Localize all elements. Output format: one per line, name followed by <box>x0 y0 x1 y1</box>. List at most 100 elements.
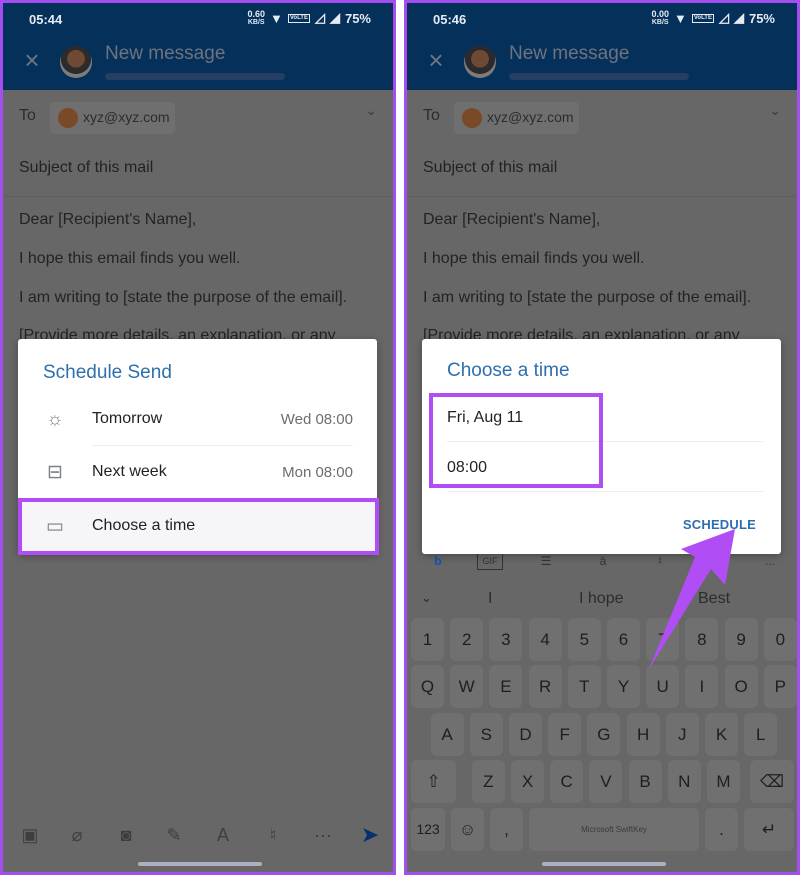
status-time: 05:46 <box>433 12 467 27</box>
subject-field[interactable]: Subject of this mail <box>423 159 557 177</box>
shift-key[interactable]: ⇧ <box>411 760 456 803</box>
attach-icon[interactable]: ⌀ <box>64 822 90 848</box>
dialog-title: Schedule Send <box>43 362 172 383</box>
option-value: Wed 08:00 <box>280 411 353 428</box>
key-u[interactable]: U <box>646 665 680 708</box>
key-y[interactable]: Y <box>607 665 640 708</box>
home-indicator[interactable] <box>138 862 262 866</box>
option-value: Mon 08:00 <box>282 464 353 481</box>
suggestion[interactable]: Best <box>698 590 730 608</box>
option-next-week[interactable]: ⊟ Next week Mon 08:00 <box>18 447 377 499</box>
key-l[interactable]: L <box>744 713 778 756</box>
key-x[interactable]: X <box>511 760 544 803</box>
key-z[interactable]: Z <box>471 760 505 803</box>
draw-icon[interactable]: ✎ <box>161 822 187 848</box>
wifi-icon: ▼ <box>269 10 283 26</box>
enter-key[interactable]: ↵ <box>744 808 794 851</box>
key-j[interactable]: J <box>665 713 699 756</box>
key-k[interactable]: K <box>705 713 738 756</box>
numbers-key[interactable]: 123 <box>411 808 445 851</box>
option-tomorrow[interactable]: ☼ Tomorrow Wed 08:00 <box>18 394 377 446</box>
key-h[interactable]: H <box>626 713 660 756</box>
body-line[interactable]: Dear [Recipient's Name], <box>19 211 196 229</box>
key-5[interactable]: 5 <box>567 618 601 661</box>
key-w[interactable]: W <box>450 665 484 708</box>
home-indicator[interactable] <box>542 862 666 866</box>
subject-field[interactable]: Subject of this mail <box>19 159 153 177</box>
key-d[interactable]: D <box>509 713 542 756</box>
key-s[interactable]: S <box>469 713 503 756</box>
recipient-chip[interactable]: xyz@xyz.com <box>50 102 175 134</box>
key-g[interactable]: G <box>587 713 621 756</box>
key-t[interactable]: T <box>567 665 601 708</box>
to-field[interactable]: To xyz@xyz.com ⌄ <box>407 90 797 142</box>
chevron-down-icon[interactable]: ⌄ <box>769 102 781 119</box>
key-1[interactable]: 1 <box>411 618 444 661</box>
gif-button[interactable]: GIF <box>477 552 503 570</box>
collapse-icon[interactable]: ⌄ <box>421 590 432 606</box>
key-i[interactable]: I <box>685 665 719 708</box>
key-a[interactable]: A <box>430 713 464 756</box>
key-4[interactable]: 4 <box>528 618 562 661</box>
to-field[interactable]: To xyz@xyz.com ⌄ <box>3 90 393 142</box>
highlight-box <box>18 498 379 555</box>
key-c[interactable]: C <box>550 760 584 803</box>
backspace-key[interactable]: ⌫ <box>750 760 794 803</box>
close-icon[interactable]: × <box>21 47 43 73</box>
compose-header: × New message <box>3 33 393 90</box>
compose-title: New message <box>509 43 630 64</box>
format-icon[interactable]: A <box>210 822 236 848</box>
key-m[interactable]: M <box>707 760 740 803</box>
body-line[interactable]: I am writing to [state the purpose of th… <box>19 289 347 307</box>
option-label: Tomorrow <box>92 410 163 427</box>
calendar-add-icon[interactable]: ▣ <box>17 822 43 848</box>
key-b[interactable]: B <box>628 760 662 803</box>
suggestion[interactable]: I hope <box>579 590 623 608</box>
phone-screen-right: 05:46 0.00 KB/S ▼ VoLTE ◿ ◢ 75% × New mes… <box>404 0 800 875</box>
recipient-chip[interactable]: xyz@xyz.com <box>454 102 579 134</box>
key-7[interactable]: 7 <box>646 618 680 661</box>
schedule-button[interactable]: SCHEDULE <box>683 517 756 532</box>
compose-toolbar: ▣ ⌀ ◙ ✎ A ♮ ··· ➤ <box>3 818 393 854</box>
suggestion-bar: ⌄ I I hope Best <box>407 583 797 617</box>
chevron-down-icon[interactable]: ⌄ <box>365 102 377 119</box>
key-8[interactable]: 8 <box>685 618 719 661</box>
send-icon[interactable]: ➤ <box>357 822 383 848</box>
body-line[interactable]: I hope this email finds you well. <box>19 250 240 268</box>
key-6[interactable]: 6 <box>607 618 640 661</box>
key-e[interactable]: E <box>489 665 523 708</box>
key-3[interactable]: 3 <box>489 618 523 661</box>
to-label: To <box>19 107 36 124</box>
recipient-avatar <box>462 108 482 128</box>
body-line[interactable]: I hope this email finds you well. <box>423 250 644 268</box>
compose-title: New message <box>105 43 226 64</box>
key-f[interactable]: F <box>548 713 582 756</box>
camera-icon[interactable]: ◙ <box>113 822 139 848</box>
body-line[interactable]: I am writing to [state the purpose of th… <box>423 289 751 307</box>
key-q[interactable]: Q <box>411 665 444 708</box>
emoji-key[interactable]: ☺ <box>451 808 484 851</box>
space-key[interactable]: Microsoft SwiftKey <box>529 808 699 851</box>
battery-level: 75% <box>748 10 775 26</box>
comma-key[interactable]: , <box>490 808 523 851</box>
period-key[interactable]: . <box>705 808 738 851</box>
avatar[interactable] <box>464 46 496 78</box>
key-p[interactable]: P <box>763 665 797 708</box>
key-n[interactable]: N <box>667 760 701 803</box>
divider <box>447 491 763 492</box>
key-9[interactable]: 9 <box>724 618 758 661</box>
mic-icon[interactable]: ♮ <box>260 822 286 848</box>
close-icon[interactable]: × <box>425 47 447 73</box>
avatar[interactable] <box>60 46 92 78</box>
key-o[interactable]: O <box>724 665 758 708</box>
signal-icon: ◿ <box>718 10 729 25</box>
body-line[interactable]: Dear [Recipient's Name], <box>423 211 600 229</box>
key-0[interactable]: 0 <box>763 618 797 661</box>
more-icon[interactable]: ··· <box>310 822 336 848</box>
signal-icon: ◿ <box>314 10 325 25</box>
key-r[interactable]: R <box>528 665 562 708</box>
status-bar: 05:44 0.60 KB/S ▼ VoLTE ◿ ◢ 75% <box>3 3 393 33</box>
key-2[interactable]: 2 <box>450 618 484 661</box>
key-v[interactable]: V <box>589 760 623 803</box>
suggestion[interactable]: I <box>488 590 492 608</box>
